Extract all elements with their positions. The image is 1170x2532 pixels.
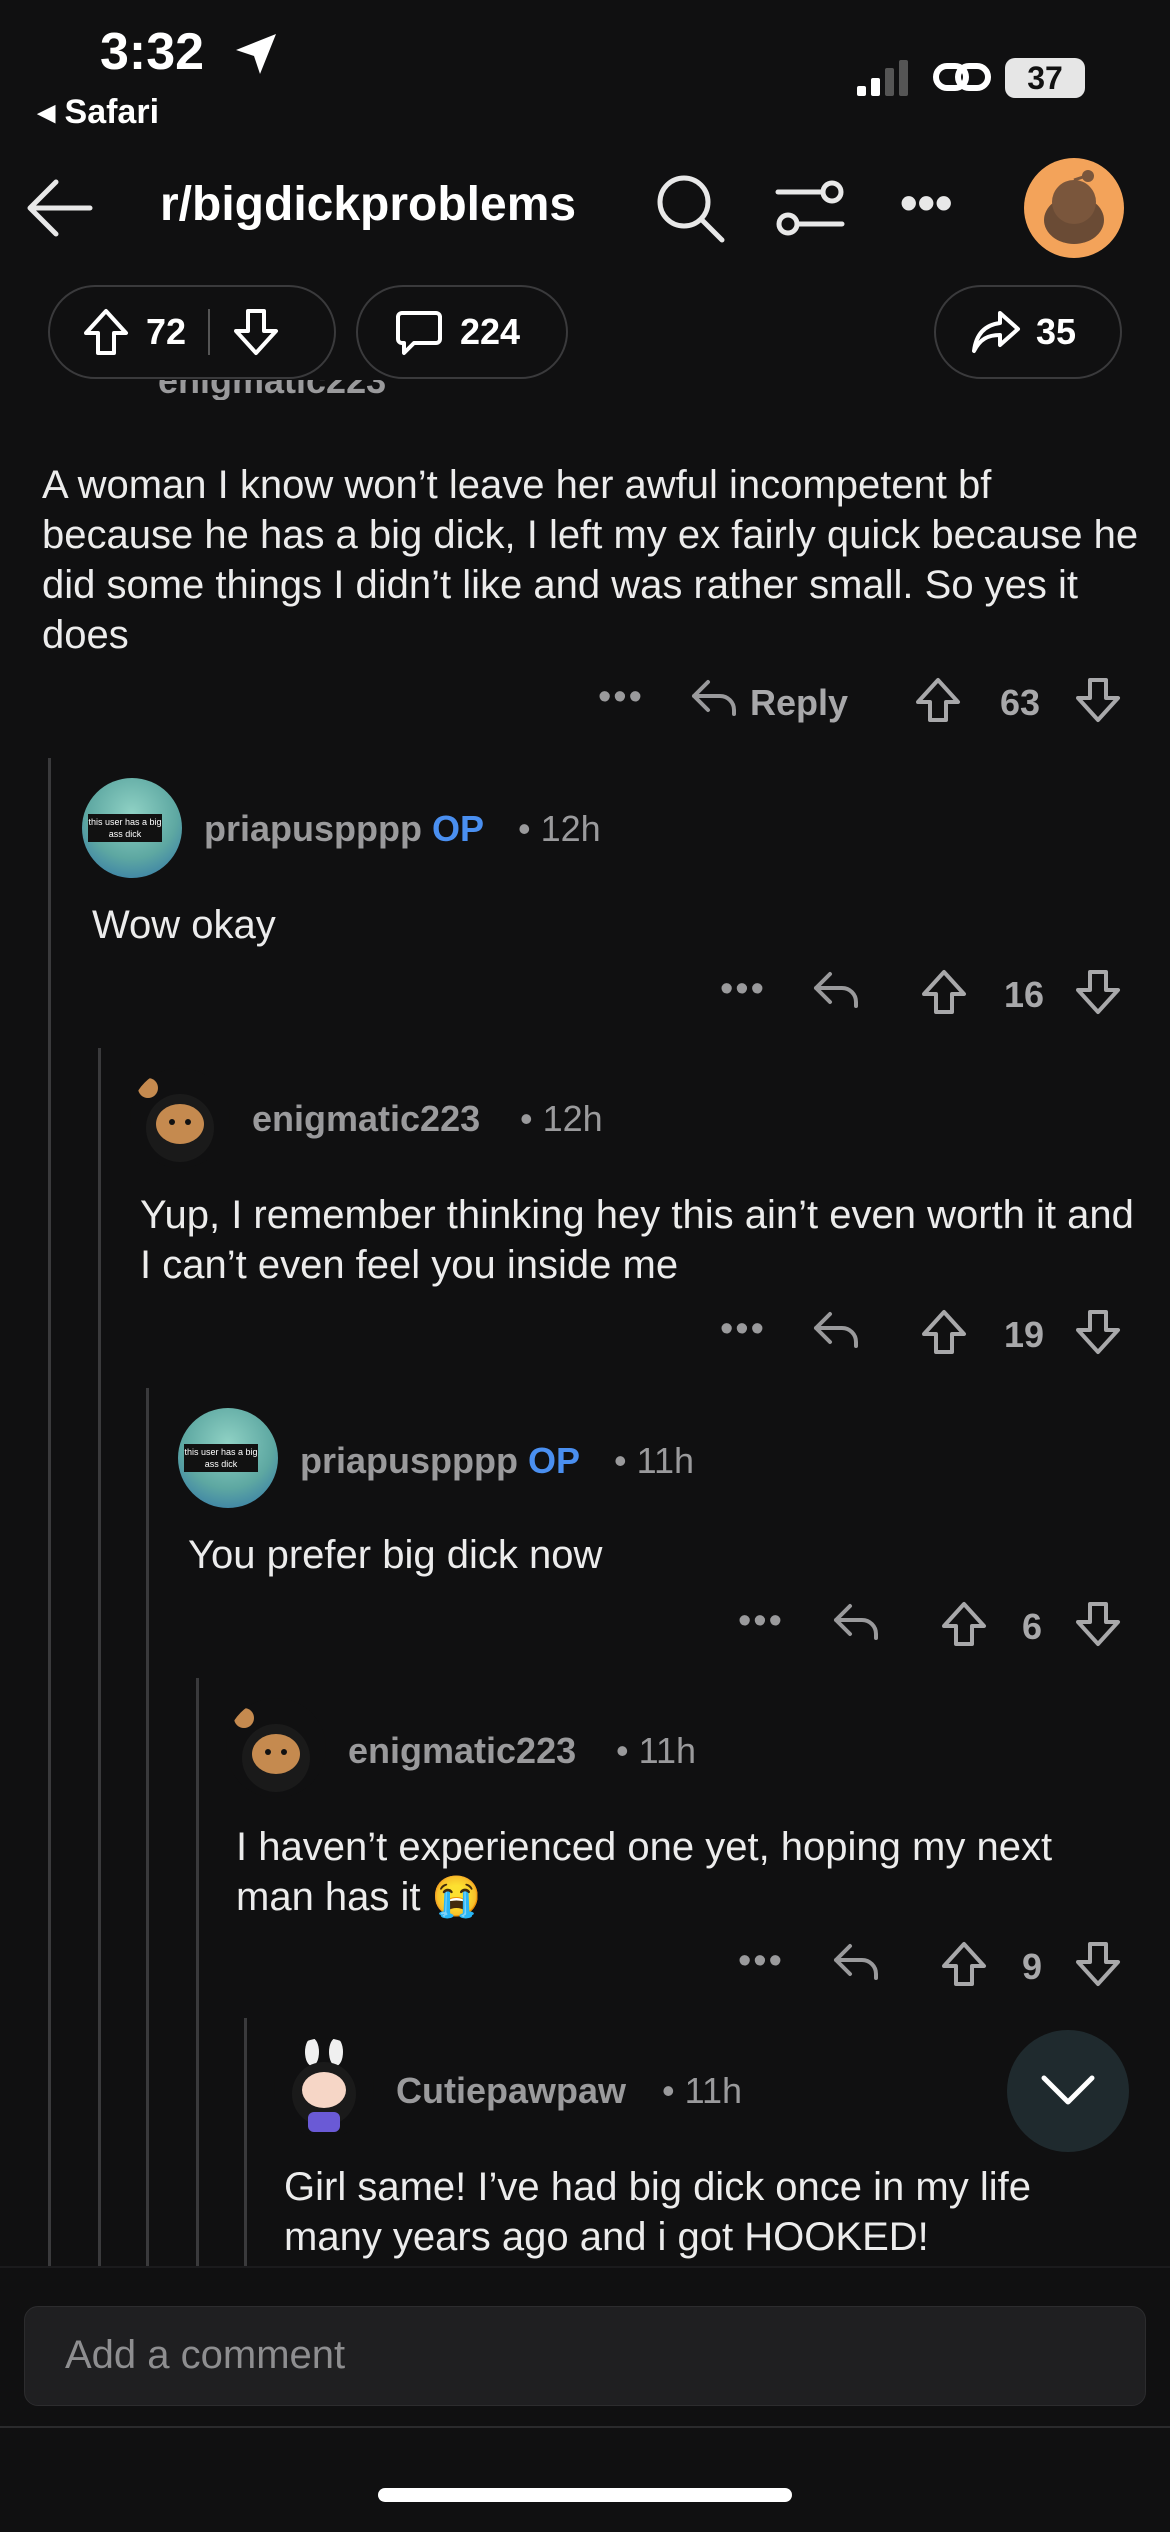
thread-rail[interactable] bbox=[98, 1048, 101, 2268]
comment-body: I haven’t experienced one yet, hoping my… bbox=[236, 1825, 1053, 1919]
downvote-icon[interactable] bbox=[232, 307, 280, 357]
signal-icon bbox=[857, 60, 908, 96]
comment-score: 19 bbox=[1004, 1314, 1045, 1355]
thread-rail[interactable] bbox=[48, 758, 51, 2268]
user-avatar[interactable] bbox=[1024, 158, 1124, 258]
upvote-icon[interactable] bbox=[82, 307, 130, 357]
back-app-label: Safari bbox=[64, 93, 160, 131]
comment-score: 9 bbox=[1022, 1946, 1043, 1987]
downvote-icon[interactable] bbox=[1074, 968, 1122, 1016]
comment-more-icon[interactable]: ••• bbox=[738, 1600, 784, 1643]
back-to-app[interactable]: ◂ Safari bbox=[38, 92, 159, 132]
share-count: 35 bbox=[1036, 311, 1077, 352]
upvote-icon[interactable] bbox=[914, 676, 962, 724]
more-options-icon[interactable]: ••• bbox=[900, 174, 953, 232]
next-comment-button[interactable] bbox=[1007, 2030, 1129, 2152]
reply-label[interactable]: Reply bbox=[750, 682, 848, 724]
comment-age: • 12h bbox=[518, 808, 601, 849]
comment-more-icon[interactable]: ••• bbox=[598, 676, 644, 719]
status-time: 3:32 bbox=[100, 23, 205, 81]
reply-icon[interactable] bbox=[832, 1600, 880, 1642]
comment-more-icon[interactable]: ••• bbox=[738, 1940, 784, 1983]
comment-body: Wow okay bbox=[92, 903, 276, 947]
divider bbox=[0, 2426, 1170, 2428]
comment-author[interactable]: Cutiepawpaw bbox=[396, 2070, 626, 2112]
comment-placeholder: Add a comment bbox=[65, 2333, 346, 2377]
search-icon[interactable] bbox=[652, 170, 728, 246]
avatar[interactable]: this user has a big ass dick bbox=[82, 778, 182, 878]
comment-age: • 11h bbox=[616, 1730, 697, 1771]
comment-input[interactable]: Add a comment bbox=[24, 2306, 1146, 2406]
avatar[interactable] bbox=[130, 1068, 230, 1168]
share-pill[interactable]: 35 bbox=[934, 285, 1122, 379]
comment-age: • 12h bbox=[520, 1098, 603, 1139]
comment-body: You prefer big dick now bbox=[188, 1533, 603, 1577]
avatar[interactable]: this user has a big ass dick bbox=[178, 1408, 278, 1508]
bunny-avatar-icon bbox=[292, 2038, 356, 2132]
post-score: 72 bbox=[146, 311, 187, 352]
snoo-avatar-icon bbox=[1044, 170, 1104, 244]
avatar-badge: this user has a big ass dick bbox=[184, 1444, 258, 1472]
subreddit-title[interactable]: r/bigdickproblems bbox=[160, 177, 576, 232]
comment-author[interactable]: priapuspppp OP bbox=[300, 1440, 580, 1482]
avatar-badge: this user has a big ass dick bbox=[88, 814, 162, 842]
comment-score: 6 bbox=[1022, 1606, 1043, 1647]
vote-pill[interactable]: 72 bbox=[48, 285, 336, 379]
snoo-avatar-icon bbox=[234, 1708, 310, 1792]
avatar[interactable] bbox=[226, 1698, 326, 1798]
downvote-icon[interactable] bbox=[1074, 676, 1122, 724]
comment-body-clip: Girl same! I’ve had big dick once in my … bbox=[0, 2140, 1170, 2266]
comment-bubble-icon bbox=[396, 311, 442, 355]
comment-age: • 11h bbox=[614, 1440, 695, 1481]
comment-body: Yup, I remember thinking hey this ain’t … bbox=[140, 1193, 1134, 1287]
location-arrow-icon bbox=[236, 34, 276, 74]
comment-more-icon[interactable]: ••• bbox=[720, 1308, 766, 1351]
upvote-icon[interactable] bbox=[940, 1600, 988, 1648]
comment-score: 16 bbox=[1004, 974, 1045, 1015]
comment-body: Girl same! I’ve had big dick once in my … bbox=[284, 2165, 1031, 2259]
comment-author[interactable]: enigmatic223 bbox=[158, 380, 386, 400]
reply-icon[interactable] bbox=[812, 1308, 860, 1350]
comment-more-icon[interactable]: ••• bbox=[720, 968, 766, 1011]
reply-icon[interactable] bbox=[812, 968, 860, 1010]
thread-rail[interactable] bbox=[146, 1388, 149, 2268]
comment-header-clipped: enigmatic223 bbox=[0, 380, 1170, 400]
comment-author[interactable]: enigmatic223 bbox=[252, 1098, 480, 1140]
battery-indicator: 37 bbox=[1005, 58, 1085, 98]
comment-author[interactable]: priapuspppp OP bbox=[204, 808, 484, 850]
downvote-icon[interactable] bbox=[1074, 1308, 1122, 1356]
comment-body: A woman I know won’t leave her awful inc… bbox=[42, 463, 1139, 657]
comment-age: • 11h bbox=[662, 2070, 743, 2111]
hotspot-link-icon bbox=[933, 63, 991, 91]
upvote-icon[interactable] bbox=[920, 968, 968, 1016]
upvote-icon[interactable] bbox=[920, 1308, 968, 1356]
comment-score: 63 bbox=[1000, 682, 1041, 723]
downvote-icon[interactable] bbox=[1074, 1940, 1122, 1988]
comments-pill[interactable]: 224 bbox=[356, 285, 568, 379]
back-arrow-icon[interactable] bbox=[24, 172, 96, 244]
home-indicator[interactable] bbox=[378, 2488, 792, 2502]
op-badge: OP bbox=[528, 1440, 581, 1481]
vote-divider bbox=[208, 309, 211, 355]
divider bbox=[0, 2266, 1170, 2268]
downvote-icon[interactable] bbox=[1074, 1600, 1122, 1648]
share-icon bbox=[972, 311, 1020, 353]
reply-icon[interactable] bbox=[832, 1940, 880, 1982]
sort-filter-icon[interactable] bbox=[774, 176, 846, 240]
comment-count: 224 bbox=[460, 311, 521, 352]
comment-author[interactable]: enigmatic223 bbox=[348, 1730, 576, 1772]
upvote-icon[interactable] bbox=[940, 1940, 988, 1988]
snoo-avatar-icon bbox=[138, 1078, 214, 1162]
op-badge: OP bbox=[432, 808, 485, 849]
reply-icon[interactable] bbox=[690, 676, 738, 718]
chevron-down-icon bbox=[1041, 2075, 1095, 2105]
avatar[interactable] bbox=[274, 2038, 374, 2138]
